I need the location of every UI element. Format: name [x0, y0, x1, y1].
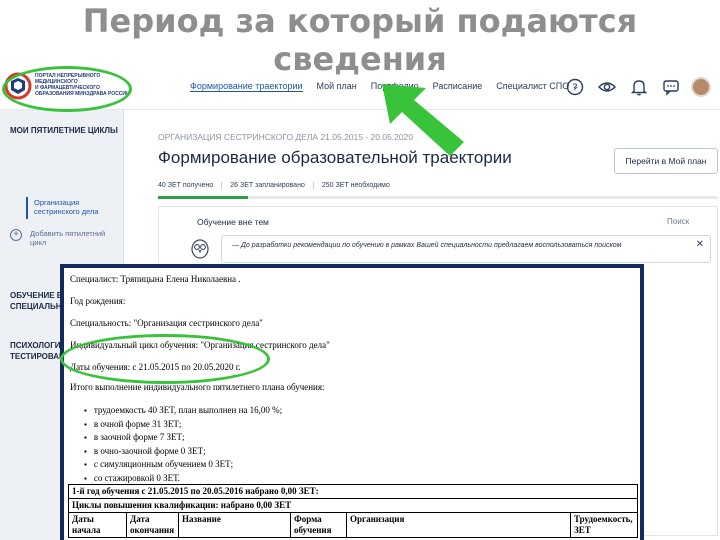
owl-icon — [191, 239, 209, 259]
list-item: в заочной форме 7 ЗЕТ; — [84, 431, 282, 445]
doc-specialty: Специальность: "Организация сестринского… — [70, 318, 263, 328]
doc-specialist: Специалист: Тряпицына Елена Николаевна . — [70, 274, 241, 284]
table-row: Циклы повышения квалификации: набрано 0,… — [68, 498, 638, 513]
slide-title-line1: Период за который подаются — [82, 2, 638, 40]
add-cycle-button[interactable]: Добавить пятилетний цикл — [30, 229, 115, 247]
add-cycle-icon[interactable]: + — [10, 229, 22, 241]
doc-birth-year: Год рождения: — [70, 296, 126, 306]
list-item: трудоемкость 40 ЗЕТ, план выполнен на 16… — [84, 404, 282, 418]
column-header: Дата окончания — [126, 512, 179, 538]
top-icons: ? — [566, 78, 680, 96]
slide-title: Период за который подаются сведения — [0, 2, 720, 78]
table-cell: Циклы повышения квалификации: набрано 0,… — [68, 498, 638, 513]
list-item: со стажировкой 0 ЗЕТ. — [84, 472, 282, 486]
zet-received: 40 ЗЕТ получено — [158, 182, 223, 189]
column-header: Трудоемкость, ЗЕТ — [570, 512, 638, 538]
chat-icon[interactable] — [662, 78, 680, 96]
role-label: Специалист СПО — [496, 81, 570, 91]
zet-planned: 26 ЗЕТ запланировано — [230, 182, 314, 189]
avatar[interactable] — [691, 77, 711, 97]
svg-text:?: ? — [572, 83, 577, 94]
doc-bullet-list: трудоемкость 40 ЗЕТ, план выполнен на 16… — [84, 404, 282, 485]
zet-required: 250 ЗЕТ необходимо — [321, 182, 390, 189]
table-header-row: Даты начала Дата окончания Название Форм… — [68, 512, 638, 538]
eye-icon[interactable] — [598, 78, 616, 96]
zet-stats: 40 ЗЕТ получено 26 ЗЕТ запланировано 250… — [158, 182, 406, 189]
column-header: Организация — [346, 512, 571, 538]
search-link[interactable]: Поиск — [667, 217, 689, 226]
progress-fill — [158, 196, 248, 199]
goto-my-plan-button[interactable]: Перейти в Мой план — [614, 148, 718, 174]
list-item: с симуляционным обучением 0 ЗЕТ; — [84, 458, 282, 472]
dates-highlight-ring — [60, 334, 270, 384]
notice-text: — До разработки рекомендации по обучению… — [232, 242, 622, 249]
nav-my-plan[interactable]: Мой план — [317, 81, 357, 92]
cycle-org-period: ОРГАНИЗАЦИЯ СЕСТРИНСКОГО ДЕЛА 21.05.2015… — [158, 132, 414, 142]
nav-trajectory[interactable]: Формирование траектории — [190, 81, 303, 92]
list-item: в очной форме 31 ЗЕТ; — [84, 418, 282, 432]
column-header: Название — [178, 512, 291, 538]
sidebar-heading-cycles[interactable]: МОИ ПЯТИЛЕТНИЕ ЦИКЛЫ — [10, 125, 120, 136]
panel-title: Обучение вне тем — [197, 217, 269, 227]
recommendation-notice: — До разработки рекомендации по обучению… — [221, 235, 711, 263]
sidebar-item-cycle[interactable]: Организация сестринского дела — [34, 198, 119, 216]
progress-bar — [158, 196, 718, 199]
close-icon[interactable]: ✕ — [696, 240, 704, 250]
training-document: Специалист: Тряпицына Елена Николаевна .… — [60, 264, 644, 540]
doc-summary: Итого выполнение индивидуального пятилет… — [70, 382, 325, 392]
table-cell: 1-й год обучения с 21.05.2015 по 20.05.2… — [68, 484, 638, 499]
column-header: Даты начала — [68, 512, 127, 538]
green-arrow-icon — [382, 84, 464, 156]
active-indicator — [26, 197, 28, 219]
bell-icon[interactable] — [630, 78, 648, 96]
slide-title-line2: сведения — [273, 40, 447, 78]
help-icon[interactable]: ? — [566, 78, 584, 96]
doc-table: 1-й год обучения с 21.05.2015 по 20.05.2… — [68, 484, 638, 538]
table-row: 1-й год обучения с 21.05.2015 по 20.05.2… — [68, 484, 638, 499]
column-header: Форма обучения — [290, 512, 347, 538]
list-item: в очно-заочной форме 0 ЗЕТ; — [84, 445, 282, 459]
